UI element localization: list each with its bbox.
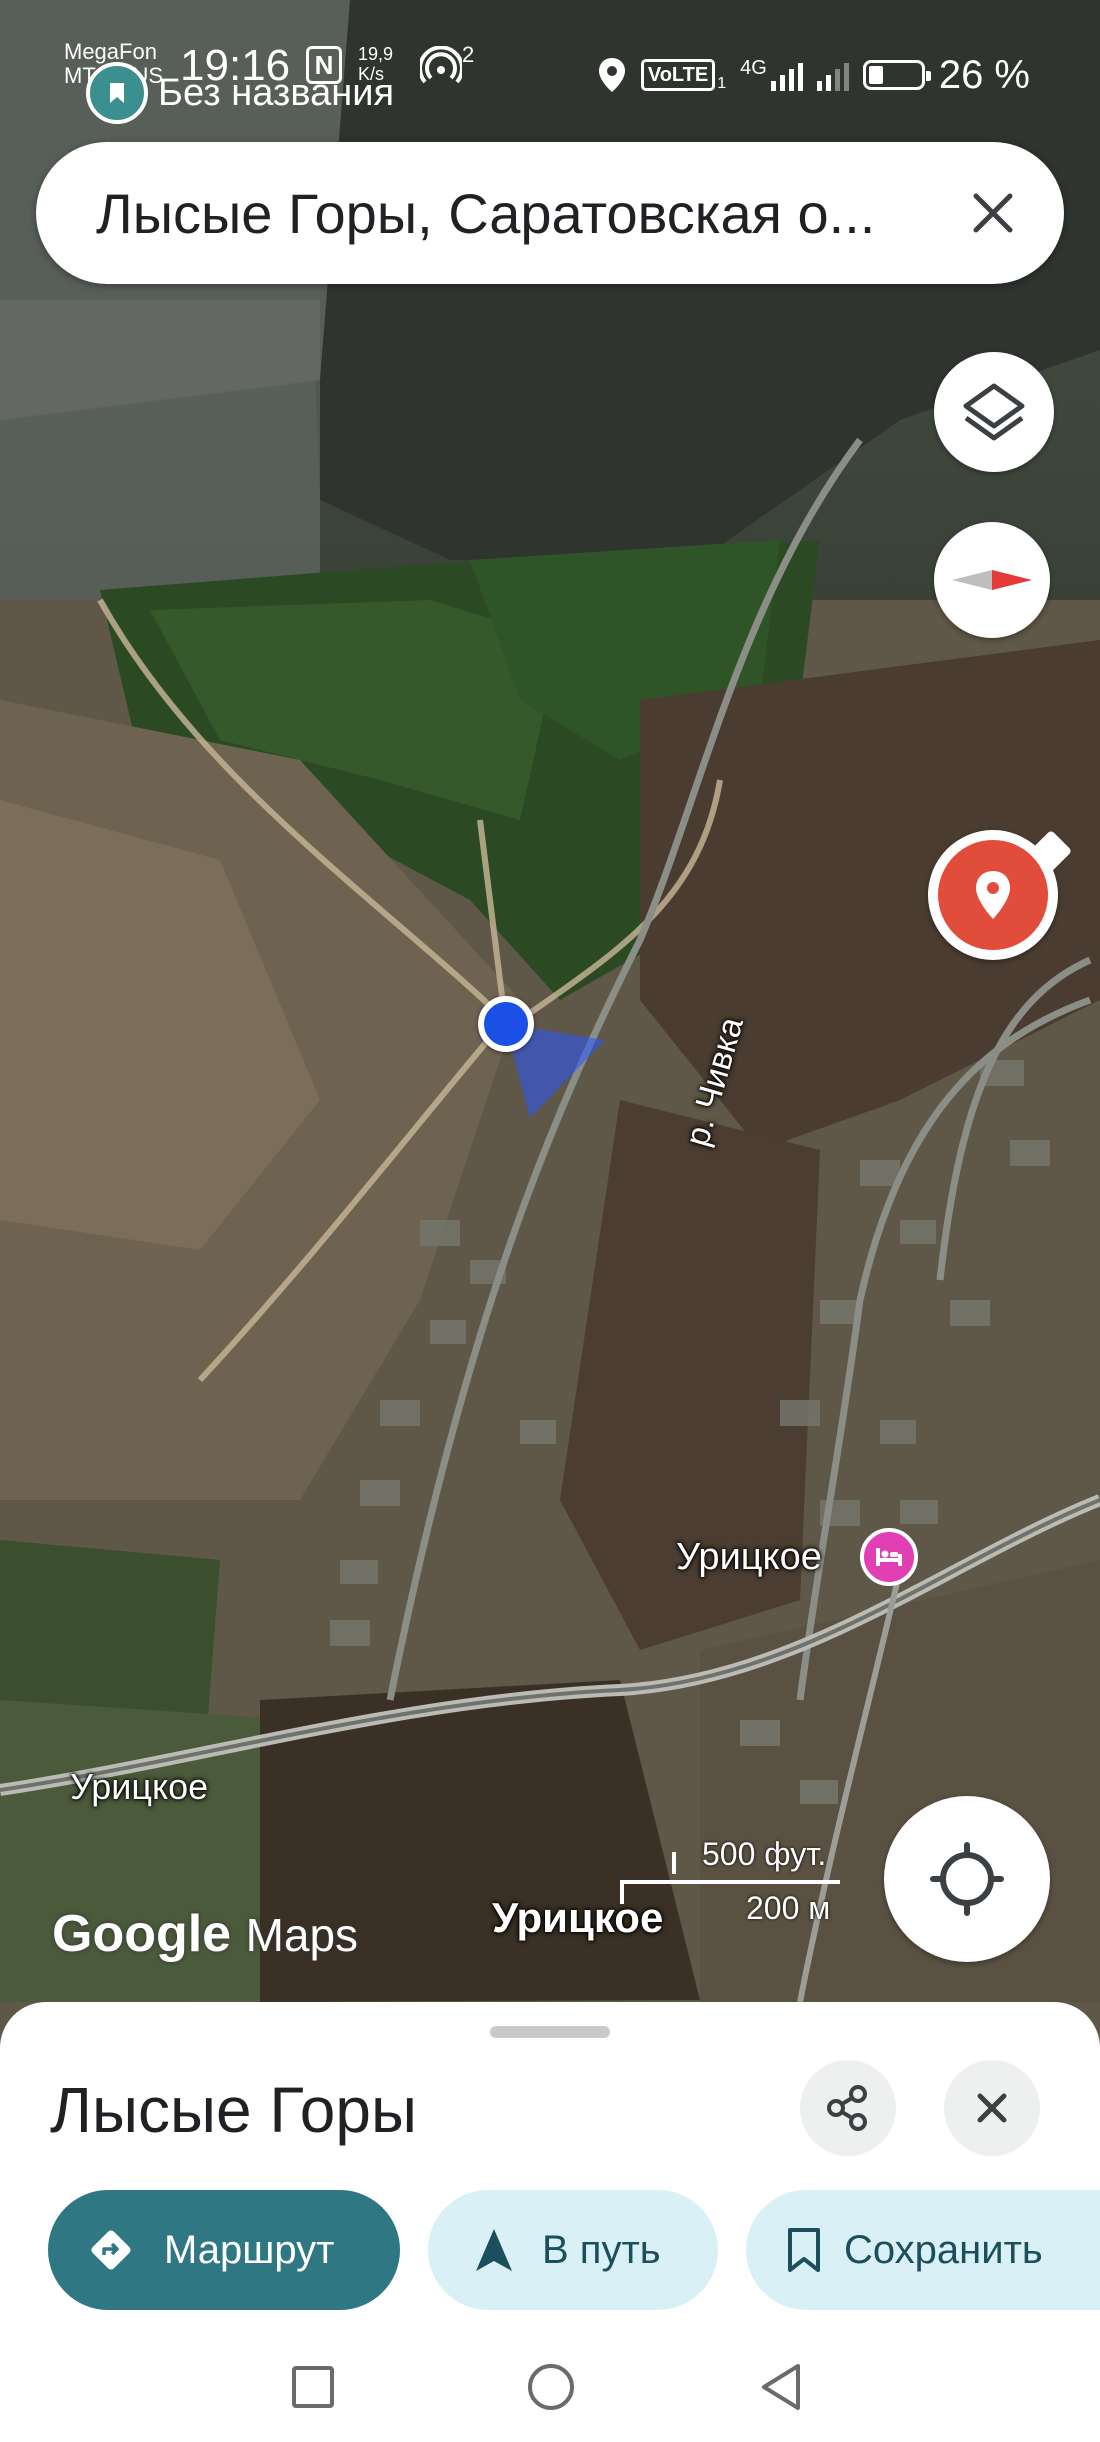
system-nav-bar — [0, 2330, 1100, 2442]
map-pin-icon — [976, 871, 1010, 919]
google-maps-logo: Google Maps — [52, 1904, 358, 1964]
volte-sim-number: 1 — [717, 75, 727, 92]
hotspot-icon — [418, 45, 464, 86]
my-location-icon — [930, 1842, 1004, 1916]
battery-icon — [862, 60, 931, 90]
start-navigation-button[interactable]: В путь — [428, 2190, 718, 2310]
status-right: VoLTE 1 4G 26 % — [597, 44, 1030, 106]
search-query[interactable]: Лысые Горы, Саратовская о... — [96, 182, 956, 246]
bed-icon — [876, 1548, 902, 1566]
bookmark-icon — [788, 2228, 820, 2272]
village-road-label: Урицкое — [70, 1766, 209, 1807]
share-button[interactable] — [800, 2060, 896, 2156]
google-wordmark: Google — [52, 1905, 232, 1963]
share-icon — [827, 2085, 867, 2131]
directions-label: Маршрут — [164, 2227, 335, 2272]
map-scale-bar: 500 фут. 200 м — [620, 1836, 840, 1936]
saved-list-chip[interactable]: Без названия — [86, 62, 394, 124]
layers-icon — [963, 383, 1025, 441]
saved-list-label: Без названия — [158, 71, 395, 114]
close-sheet-button[interactable] — [944, 2060, 1040, 2156]
navigation-icon — [476, 2229, 512, 2271]
clear-search-icon[interactable] — [966, 186, 1020, 240]
search-bar[interactable]: Лысые Горы, Саратовская о... — [36, 142, 1064, 284]
signal-icon-sim2 — [816, 59, 849, 91]
village-poi-label[interactable]: Урицкое — [676, 1536, 822, 1579]
compass-button[interactable] — [934, 522, 1050, 638]
compass-icon — [952, 570, 1032, 590]
maps-wordmark: Maps — [245, 1909, 359, 1961]
recents-icon[interactable] — [290, 2364, 336, 2410]
my-location-button[interactable] — [884, 1796, 1050, 1962]
save-label: Сохранить — [844, 2227, 1043, 2272]
layers-button[interactable] — [934, 352, 1054, 472]
start-navigation-label: В путь — [542, 2227, 661, 2272]
location-icon — [598, 58, 625, 92]
close-icon — [977, 2093, 1007, 2123]
current-location-dot — [478, 996, 534, 1052]
scale-metric: 200 м — [746, 1890, 831, 1926]
place-marker-button[interactable] — [928, 829, 1073, 960]
sheet-drag-handle[interactable] — [490, 2026, 610, 2038]
network-type: 4G — [740, 57, 767, 79]
place-title: Лысые Горы — [50, 2074, 417, 2146]
back-icon[interactable] — [758, 2362, 804, 2412]
battery-percent: 26 % — [938, 53, 1030, 97]
directions-icon — [91, 2230, 131, 2270]
volte-badge: VoLTE — [640, 59, 716, 91]
home-icon[interactable] — [526, 2362, 576, 2412]
saved-list-icon — [86, 62, 148, 124]
directions-button[interactable]: Маршрут — [48, 2190, 400, 2310]
hotel-poi-marker[interactable] — [860, 1528, 918, 1586]
hotspot-count: 2 — [462, 42, 475, 67]
save-button[interactable]: Сохранить — [746, 2190, 1100, 2310]
scale-imperial: 500 фут. — [702, 1836, 827, 1872]
signal-icon-sim1 — [770, 59, 803, 91]
